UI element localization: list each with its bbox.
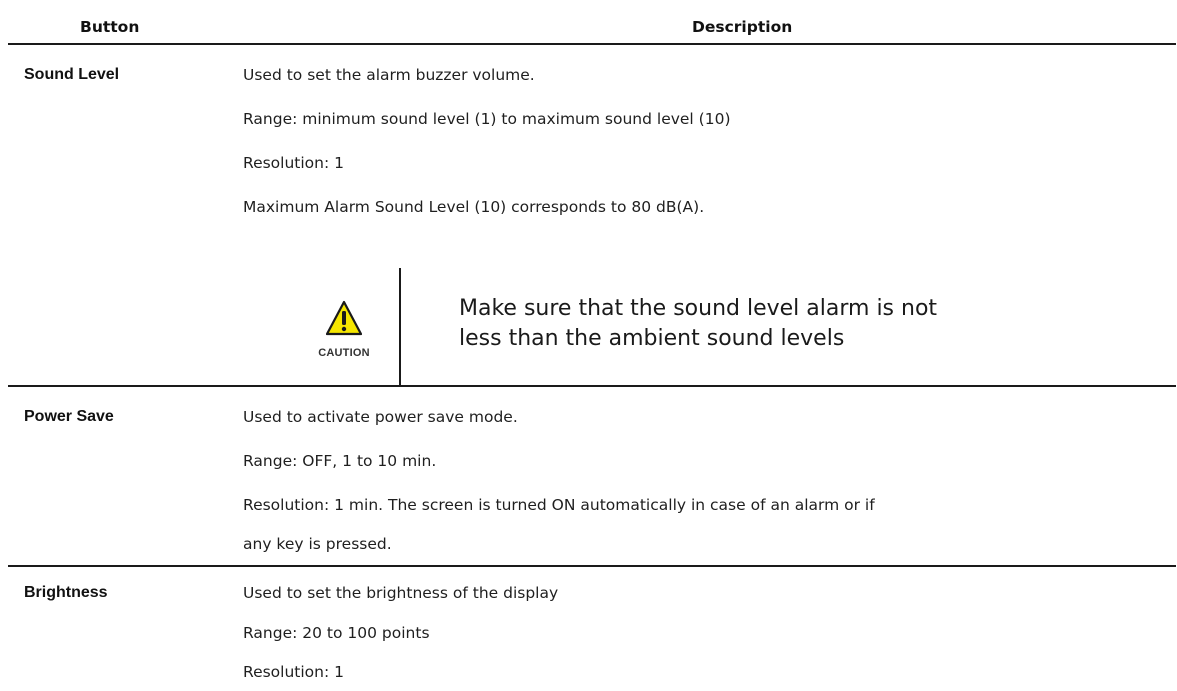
column-header-description: Description xyxy=(692,18,793,36)
description-line: Resolution: 1 min. The screen is turned … xyxy=(243,496,875,514)
caution-label: CAUTION xyxy=(318,347,370,359)
row-label-brightness: Brightness xyxy=(24,584,108,601)
header-divider xyxy=(8,43,1176,45)
caution-text-line: less than the ambient sound levels xyxy=(459,326,845,351)
description-line: Used to set the alarm buzzer volume. xyxy=(243,66,535,84)
row-label-power-save: Power Save xyxy=(24,408,114,425)
description-line: Resolution: 1 xyxy=(243,154,344,172)
description-line: Resolution: 1 xyxy=(243,663,344,681)
caution-warning-icon xyxy=(326,300,362,336)
description-line: Maximum Alarm Sound Level (10) correspon… xyxy=(243,198,705,216)
row-divider xyxy=(8,385,1176,387)
description-line: any key is pressed. xyxy=(243,535,392,553)
caution-divider xyxy=(399,268,401,385)
description-line: Range: minimum sound level (1) to maximu… xyxy=(243,110,731,128)
caution-notice: CAUTION xyxy=(301,286,387,372)
caution-text-line: Make sure that the sound level alarm is … xyxy=(459,296,938,321)
description-line: Range: 20 to 100 points xyxy=(243,624,430,642)
column-header-button: Button xyxy=(80,18,140,36)
row-label-sound-level: Sound Level xyxy=(24,66,120,83)
description-line: Range: OFF, 1 to 10 min. xyxy=(243,452,437,470)
row-divider xyxy=(8,565,1176,567)
description-line: Used to activate power save mode. xyxy=(243,408,518,426)
description-line: Used to set the brightness of the displa… xyxy=(243,584,559,602)
